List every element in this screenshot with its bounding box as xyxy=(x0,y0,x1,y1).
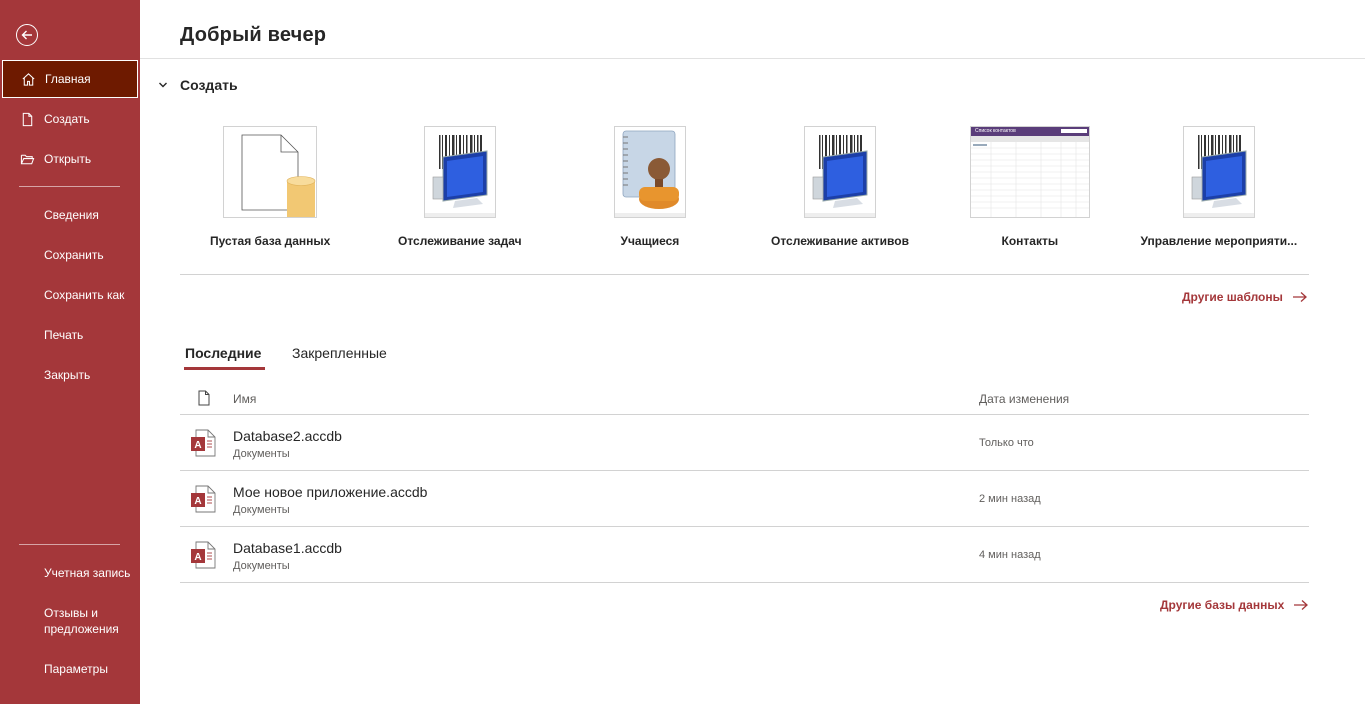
create-section-toggle[interactable]: Создать xyxy=(158,77,238,93)
file-date: Только что xyxy=(979,437,1034,449)
sidebar-item-print[interactable]: Печать xyxy=(0,315,140,355)
template-event-management[interactable]: Управление мероприяти... xyxy=(1141,126,1297,248)
file-path: Документы xyxy=(233,560,290,572)
file-date: 2 мин назад xyxy=(979,493,1041,505)
more-templates-link[interactable]: Другие шаблоны xyxy=(1182,290,1308,304)
sidebar-item-home[interactable]: Главная xyxy=(2,60,138,98)
access-file-icon: A xyxy=(191,541,216,569)
blank-database-icon xyxy=(223,126,317,218)
file-name: Мое новое приложение.accdb xyxy=(233,484,428,500)
svg-text:A: A xyxy=(194,496,201,507)
contacts-thumb-title: Список контактов xyxy=(975,128,1016,134)
active-tab-indicator xyxy=(184,367,265,370)
new-document-icon xyxy=(19,111,35,127)
tab-recent[interactable]: Последние xyxy=(185,345,261,361)
tab-pinned[interactable]: Закрепленные xyxy=(292,345,387,361)
column-header-date[interactable]: Дата изменения xyxy=(979,392,1069,406)
sidebar-item-label: Учетная запись xyxy=(44,566,131,580)
main-panel: Добрый вечер Создать Пустая база данных xyxy=(140,0,1365,704)
template-label: Контакты xyxy=(1001,234,1059,248)
sidebar-item-label: Закрыть xyxy=(44,368,91,382)
arrow-right-icon xyxy=(1292,292,1307,302)
template-label: Управление мероприяти... xyxy=(1140,234,1298,248)
sidebar-item-label: Сведения xyxy=(44,208,99,222)
table-row[interactable]: A Мое новое приложение.accdb Документы 2… xyxy=(180,471,1309,527)
student-contact-icon xyxy=(614,126,686,218)
sidebar-item-close[interactable]: Закрыть xyxy=(0,355,140,395)
sidebar-item-new[interactable]: Создать xyxy=(0,99,140,139)
arrow-right-icon xyxy=(1294,600,1309,610)
page-title: Добрый вечер xyxy=(180,24,327,46)
header-divider xyxy=(140,58,1365,59)
barcode-computer-icon xyxy=(424,126,496,218)
template-label: Отслеживание активов xyxy=(771,234,909,248)
sidebar-item-info[interactable]: Сведения xyxy=(0,195,140,235)
svg-text:A: A xyxy=(194,552,201,563)
table-row[interactable]: A Database2.accdb Документы Только что xyxy=(180,415,1309,471)
sidebar-item-label: Сохранить как xyxy=(44,288,125,302)
contacts-thumb-header: Список контактов xyxy=(971,127,1089,136)
sidebar-item-label: Создать xyxy=(44,112,90,126)
sidebar-item-save-as[interactable]: Сохранить как xyxy=(0,275,140,315)
section-title: Создать xyxy=(180,77,238,93)
template-label: Пустая база данных xyxy=(210,234,331,248)
sidebar-item-save[interactable]: Сохранить xyxy=(0,235,140,275)
sidebar-item-label: Сохранить xyxy=(44,248,104,262)
access-file-icon: A xyxy=(191,429,216,457)
more-databases-label: Другие базы данных xyxy=(1160,598,1285,612)
template-asset-tracking[interactable]: Отслеживание активов xyxy=(771,126,909,248)
table-row[interactable]: A Database1.accdb Документы 4 мин назад xyxy=(180,527,1309,583)
contacts-grid-icon: Список контактов xyxy=(970,126,1090,218)
sidebar: Главная Создать Открыть Сведения Сохрани… xyxy=(0,0,140,704)
sidebar-item-label: Отзывы и предложения xyxy=(44,606,119,636)
template-students[interactable]: Учащиеся xyxy=(614,126,686,248)
sidebar-divider xyxy=(19,544,120,545)
file-path: Документы xyxy=(233,504,290,516)
file-path: Документы xyxy=(233,448,290,460)
sidebar-item-label: Открыть xyxy=(44,152,92,166)
sidebar-item-label: Параметры xyxy=(44,662,108,676)
access-file-icon: A xyxy=(191,485,216,513)
file-type-icon xyxy=(198,390,210,406)
sidebar-item-feedback[interactable]: Отзывы и предложения xyxy=(0,599,130,643)
back-arrow-icon[interactable] xyxy=(16,24,38,46)
home-icon xyxy=(20,71,36,87)
templates-divider xyxy=(180,274,1309,275)
barcode-computer-icon xyxy=(804,126,876,218)
chevron-down-icon xyxy=(159,82,167,88)
sidebar-divider xyxy=(19,186,120,187)
row-divider xyxy=(180,582,1309,583)
file-name: Database1.accdb xyxy=(233,540,342,556)
sidebar-item-label: Печать xyxy=(44,328,84,342)
template-task-tracking[interactable]: Отслеживание задач xyxy=(398,126,522,248)
template-label: Учащиеся xyxy=(620,234,680,248)
barcode-computer-icon xyxy=(1183,126,1255,218)
more-databases-link[interactable]: Другие базы данных xyxy=(1160,598,1309,612)
template-blank-database[interactable]: Пустая база данных xyxy=(210,126,330,248)
template-label: Отслеживание задач xyxy=(398,234,522,248)
sidebar-item-account[interactable]: Учетная запись xyxy=(0,553,140,593)
svg-text:A: A xyxy=(194,440,201,451)
sidebar-item-label: Главная xyxy=(45,72,91,86)
more-templates-label: Другие шаблоны xyxy=(1182,290,1283,304)
sidebar-item-open[interactable]: Открыть xyxy=(0,139,140,179)
sidebar-item-options[interactable]: Параметры xyxy=(0,649,140,689)
template-contacts[interactable]: Список контактов Контакты xyxy=(970,126,1090,248)
file-date: 4 мин назад xyxy=(979,549,1041,561)
file-name: Database2.accdb xyxy=(233,428,342,444)
folder-open-icon xyxy=(19,151,35,167)
column-header-name[interactable]: Имя xyxy=(233,392,256,406)
